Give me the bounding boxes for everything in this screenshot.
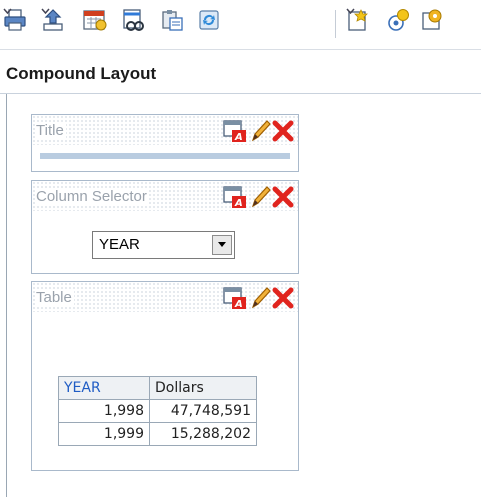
view-header: Table A <box>32 282 298 312</box>
table-row: 1,999 15,288,202 <box>58 422 257 446</box>
column-header-year[interactable]: YEAR <box>58 376 150 400</box>
section-title: Compound Layout <box>6 64 157 83</box>
column-select[interactable]: YEAR <box>92 231 235 259</box>
refresh-button[interactable] <box>197 8 231 40</box>
view-label: Title <box>36 122 66 139</box>
view-label: Column Selector <box>36 188 149 205</box>
dropdown-button[interactable] <box>212 235 232 255</box>
view-selector-icon <box>388 9 409 31</box>
new-view-button[interactable] <box>346 8 380 40</box>
view-actions: A <box>204 285 294 311</box>
toolbar-separator <box>335 10 336 38</box>
schedule-icon <box>83 10 107 31</box>
view-actions: A <box>204 184 294 210</box>
format-view-icon[interactable]: A <box>222 285 248 311</box>
properties-icon <box>422 9 442 30</box>
compound-layout-header: Compound Layout <box>0 50 481 94</box>
svg-text:A: A <box>234 299 243 310</box>
view-actions: A <box>204 118 294 144</box>
view-header: Title A <box>32 115 298 145</box>
edit-view-icon[interactable] <box>250 184 272 210</box>
chevron-down-icon <box>346 8 355 14</box>
properties-button[interactable] <box>420 8 454 40</box>
schedule-button[interactable] <box>82 8 116 40</box>
table-header-row: YEAR Dollars <box>58 376 257 400</box>
chevron-down-icon <box>218 242 226 247</box>
column-header-dollars: Dollars <box>149 376 257 400</box>
title-view: Title A <box>31 114 299 172</box>
cell-year: 1,998 <box>58 399 150 423</box>
view-selector-button[interactable] <box>386 8 420 40</box>
title-placeholder-bar <box>40 153 290 159</box>
view-label: Table <box>36 289 74 306</box>
column-selector-view: Column Selector A YEAR <box>31 180 299 274</box>
svg-text:A: A <box>234 132 243 143</box>
edit-view-icon[interactable] <box>250 285 272 311</box>
delete-view-icon[interactable] <box>272 285 294 311</box>
data-table: YEAR Dollars 1,998 47,748,591 1,999 15,2… <box>58 376 257 446</box>
print-button[interactable] <box>3 8 37 40</box>
export-button[interactable] <box>41 8 75 40</box>
layout-left-border <box>6 94 7 497</box>
delete-view-icon[interactable] <box>272 118 294 144</box>
report-links-button[interactable] <box>121 8 155 40</box>
format-view-icon[interactable]: A <box>222 118 248 144</box>
view-header: Column Selector A <box>32 181 298 211</box>
cell-dollars: 47,748,591 <box>149 399 257 423</box>
format-view-icon[interactable]: A <box>222 184 248 210</box>
cell-year: 1,999 <box>58 422 150 446</box>
cell-dollars: 15,288,202 <box>149 422 257 446</box>
refresh-icon <box>199 10 219 30</box>
delete-view-icon[interactable] <box>272 184 294 210</box>
copy-paste-button[interactable] <box>160 8 194 40</box>
copy-paste-icon <box>162 10 183 31</box>
chevron-down-icon <box>41 8 50 14</box>
chevron-down-icon <box>3 8 12 14</box>
toolbar <box>0 0 481 50</box>
selected-column: YEAR <box>99 236 140 253</box>
report-links-icon <box>123 9 144 31</box>
svg-text:A: A <box>234 198 243 209</box>
table-row: 1,998 47,748,591 <box>58 399 257 423</box>
table-view: Table A YEAR Dollars 1,998 47,748,591 1,… <box>31 281 299 471</box>
edit-view-icon[interactable] <box>250 118 272 144</box>
